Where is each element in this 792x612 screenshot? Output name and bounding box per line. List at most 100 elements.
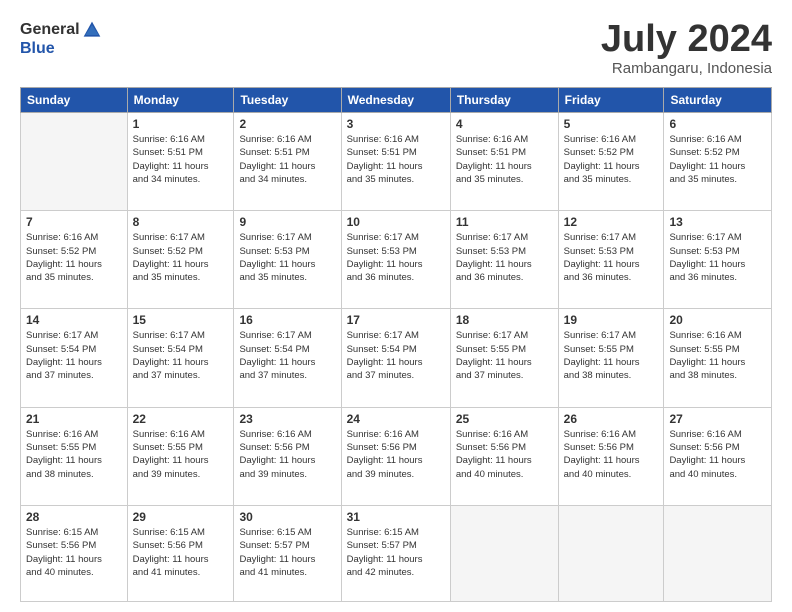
table-cell: 22Sunrise: 6:16 AM Sunset: 5:55 PM Dayli…	[127, 407, 234, 505]
logo-icon	[82, 20, 102, 40]
day-number: 30	[239, 510, 335, 524]
table-cell: 15 Sunrise: 6:17 AM Sunset: 5:54 PM Dayli…	[127, 309, 234, 407]
header-saturday: Saturday	[664, 88, 772, 113]
day-info: Sunrise: 6:15 AM Sunset: 5:56 PM Dayligh…	[133, 526, 229, 579]
header-wednesday: Wednesday	[341, 88, 450, 113]
table-cell	[450, 505, 558, 601]
table-cell: 24 Sunrise: 6:16 AM Sunset: 5:56 PM Dayli…	[341, 407, 450, 505]
table-cell: 14 Sunrise: 6:17 AM Sunset: 5:54 PM Dayli…	[21, 309, 128, 407]
day-number: 23	[239, 412, 335, 426]
day-number: 8	[133, 215, 229, 229]
table-cell: 13Sunrise: 6:17 AM Sunset: 5:53 PM Dayli…	[664, 211, 772, 309]
table-cell	[558, 505, 664, 601]
day-number: 13	[669, 215, 766, 229]
day-info: Sunrise: 6:17 AM Sunset: 5:54 PM Dayligh…	[26, 329, 122, 382]
table-cell: 9 Sunrise: 6:17 AM Sunset: 5:53 PM Daylig…	[234, 211, 341, 309]
day-info: Sunrise: 6:15 AM Sunset: 5:57 PM Dayligh…	[347, 526, 445, 579]
calendar-header-row: Sunday Monday Tuesday Wednesday Thursday…	[21, 88, 772, 113]
day-info: Sunrise: 6:16 AM Sunset: 5:51 PM Dayligh…	[239, 133, 335, 186]
day-number: 12	[564, 215, 659, 229]
day-info: Sunrise: 6:16 AM Sunset: 5:51 PM Dayligh…	[456, 133, 553, 186]
table-cell: 20 Sunrise: 6:16 AM Sunset: 5:55 PM Dayli…	[664, 309, 772, 407]
day-number: 9	[239, 215, 335, 229]
day-info: Sunrise: 6:16 AM Sunset: 5:56 PM Dayligh…	[456, 428, 553, 481]
day-number: 22	[133, 412, 229, 426]
day-info: Sunrise: 6:17 AM Sunset: 5:55 PM Dayligh…	[456, 329, 553, 382]
day-number: 5	[564, 117, 659, 131]
day-info: Sunrise: 6:16 AM Sunset: 5:56 PM Dayligh…	[239, 428, 335, 481]
day-info: Sunrise: 6:17 AM Sunset: 5:53 PM Dayligh…	[239, 231, 335, 284]
day-number: 15	[133, 313, 229, 327]
table-cell: 26 Sunrise: 6:16 AM Sunset: 5:56 PM Dayli…	[558, 407, 664, 505]
day-number: 11	[456, 215, 553, 229]
header-monday: Monday	[127, 88, 234, 113]
title-section: July 2024 Rambangaru, Indonesia	[601, 20, 772, 77]
day-info: Sunrise: 6:17 AM Sunset: 5:53 PM Dayligh…	[347, 231, 445, 284]
day-info: Sunrise: 6:17 AM Sunset: 5:54 PM Dayligh…	[133, 329, 229, 382]
month-title: July 2024	[601, 20, 772, 58]
header-thursday: Thursday	[450, 88, 558, 113]
table-cell: 18 Sunrise: 6:17 AM Sunset: 5:55 PM Dayli…	[450, 309, 558, 407]
table-cell: 7 Sunrise: 6:16 AM Sunset: 5:52 PM Daylig…	[21, 211, 128, 309]
table-cell: 2 Sunrise: 6:16 AM Sunset: 5:51 PM Daylig…	[234, 113, 341, 211]
page: General Blue July 2024 Rambangaru, Indon…	[0, 0, 792, 612]
table-cell: 6 Sunrise: 6:16 AM Sunset: 5:52 PM Daylig…	[664, 113, 772, 211]
table-cell	[664, 505, 772, 601]
day-info: Sunrise: 6:16 AM Sunset: 5:55 PM Dayligh…	[26, 428, 122, 481]
day-info: Sunrise: 6:16 AM Sunset: 5:56 PM Dayligh…	[347, 428, 445, 481]
day-number: 1	[133, 117, 229, 131]
table-cell: 29Sunrise: 6:15 AM Sunset: 5:56 PM Dayli…	[127, 505, 234, 601]
day-number: 14	[26, 313, 122, 327]
day-info: Sunrise: 6:16 AM Sunset: 5:52 PM Dayligh…	[564, 133, 659, 186]
day-number: 18	[456, 313, 553, 327]
day-number: 10	[347, 215, 445, 229]
day-number: 6	[669, 117, 766, 131]
day-info: Sunrise: 6:17 AM Sunset: 5:53 PM Dayligh…	[456, 231, 553, 284]
header-friday: Friday	[558, 88, 664, 113]
day-info: Sunrise: 6:17 AM Sunset: 5:52 PM Dayligh…	[133, 231, 229, 284]
table-cell: 21 Sunrise: 6:16 AM Sunset: 5:55 PM Dayli…	[21, 407, 128, 505]
table-cell: 5 Sunrise: 6:16 AM Sunset: 5:52 PM Daylig…	[558, 113, 664, 211]
table-cell	[21, 113, 128, 211]
day-info: Sunrise: 6:17 AM Sunset: 5:55 PM Dayligh…	[564, 329, 659, 382]
day-info: Sunrise: 6:16 AM Sunset: 5:56 PM Dayligh…	[564, 428, 659, 481]
day-info: Sunrise: 6:15 AM Sunset: 5:56 PM Dayligh…	[26, 526, 122, 579]
header-sunday: Sunday	[21, 88, 128, 113]
day-number: 21	[26, 412, 122, 426]
day-number: 26	[564, 412, 659, 426]
day-info: Sunrise: 6:17 AM Sunset: 5:53 PM Dayligh…	[564, 231, 659, 284]
day-number: 17	[347, 313, 445, 327]
day-number: 27	[669, 412, 766, 426]
logo-blue: Blue	[20, 40, 55, 57]
day-info: Sunrise: 6:16 AM Sunset: 5:52 PM Dayligh…	[26, 231, 122, 284]
day-info: Sunrise: 6:17 AM Sunset: 5:54 PM Dayligh…	[347, 329, 445, 382]
day-info: Sunrise: 6:16 AM Sunset: 5:51 PM Dayligh…	[347, 133, 445, 186]
table-cell: 3 Sunrise: 6:16 AM Sunset: 5:51 PM Daylig…	[341, 113, 450, 211]
day-number: 24	[347, 412, 445, 426]
logo: General Blue	[20, 20, 102, 58]
table-cell: 4Sunrise: 6:16 AM Sunset: 5:51 PM Daylig…	[450, 113, 558, 211]
day-info: Sunrise: 6:16 AM Sunset: 5:51 PM Dayligh…	[133, 133, 229, 186]
day-number: 25	[456, 412, 553, 426]
table-cell: 16Sunrise: 6:17 AM Sunset: 5:54 PM Dayli…	[234, 309, 341, 407]
table-cell: 10 Sunrise: 6:17 AM Sunset: 5:53 PM Dayli…	[341, 211, 450, 309]
day-info: Sunrise: 6:15 AM Sunset: 5:57 PM Dayligh…	[239, 526, 335, 579]
table-cell: 19 Sunrise: 6:17 AM Sunset: 5:55 PM Dayli…	[558, 309, 664, 407]
table-cell: 11 Sunrise: 6:17 AM Sunset: 5:53 PM Dayli…	[450, 211, 558, 309]
day-number: 19	[564, 313, 659, 327]
day-info: Sunrise: 6:16 AM Sunset: 5:55 PM Dayligh…	[669, 329, 766, 382]
table-cell: 12 Sunrise: 6:17 AM Sunset: 5:53 PM Dayli…	[558, 211, 664, 309]
day-number: 2	[239, 117, 335, 131]
table-cell: 31Sunrise: 6:15 AM Sunset: 5:57 PM Dayli…	[341, 505, 450, 601]
table-cell: 28Sunrise: 6:15 AM Sunset: 5:56 PM Dayli…	[21, 505, 128, 601]
location: Rambangaru, Indonesia	[601, 60, 772, 77]
day-number: 7	[26, 215, 122, 229]
day-info: Sunrise: 6:16 AM Sunset: 5:52 PM Dayligh…	[669, 133, 766, 186]
table-cell: 30 Sunrise: 6:15 AM Sunset: 5:57 PM Dayli…	[234, 505, 341, 601]
table-cell: 8 Sunrise: 6:17 AM Sunset: 5:52 PM Daylig…	[127, 211, 234, 309]
day-number: 20	[669, 313, 766, 327]
table-cell: 17 Sunrise: 6:17 AM Sunset: 5:54 PM Dayli…	[341, 309, 450, 407]
logo-general: General	[20, 21, 80, 39]
day-number: 3	[347, 117, 445, 131]
day-number: 16	[239, 313, 335, 327]
